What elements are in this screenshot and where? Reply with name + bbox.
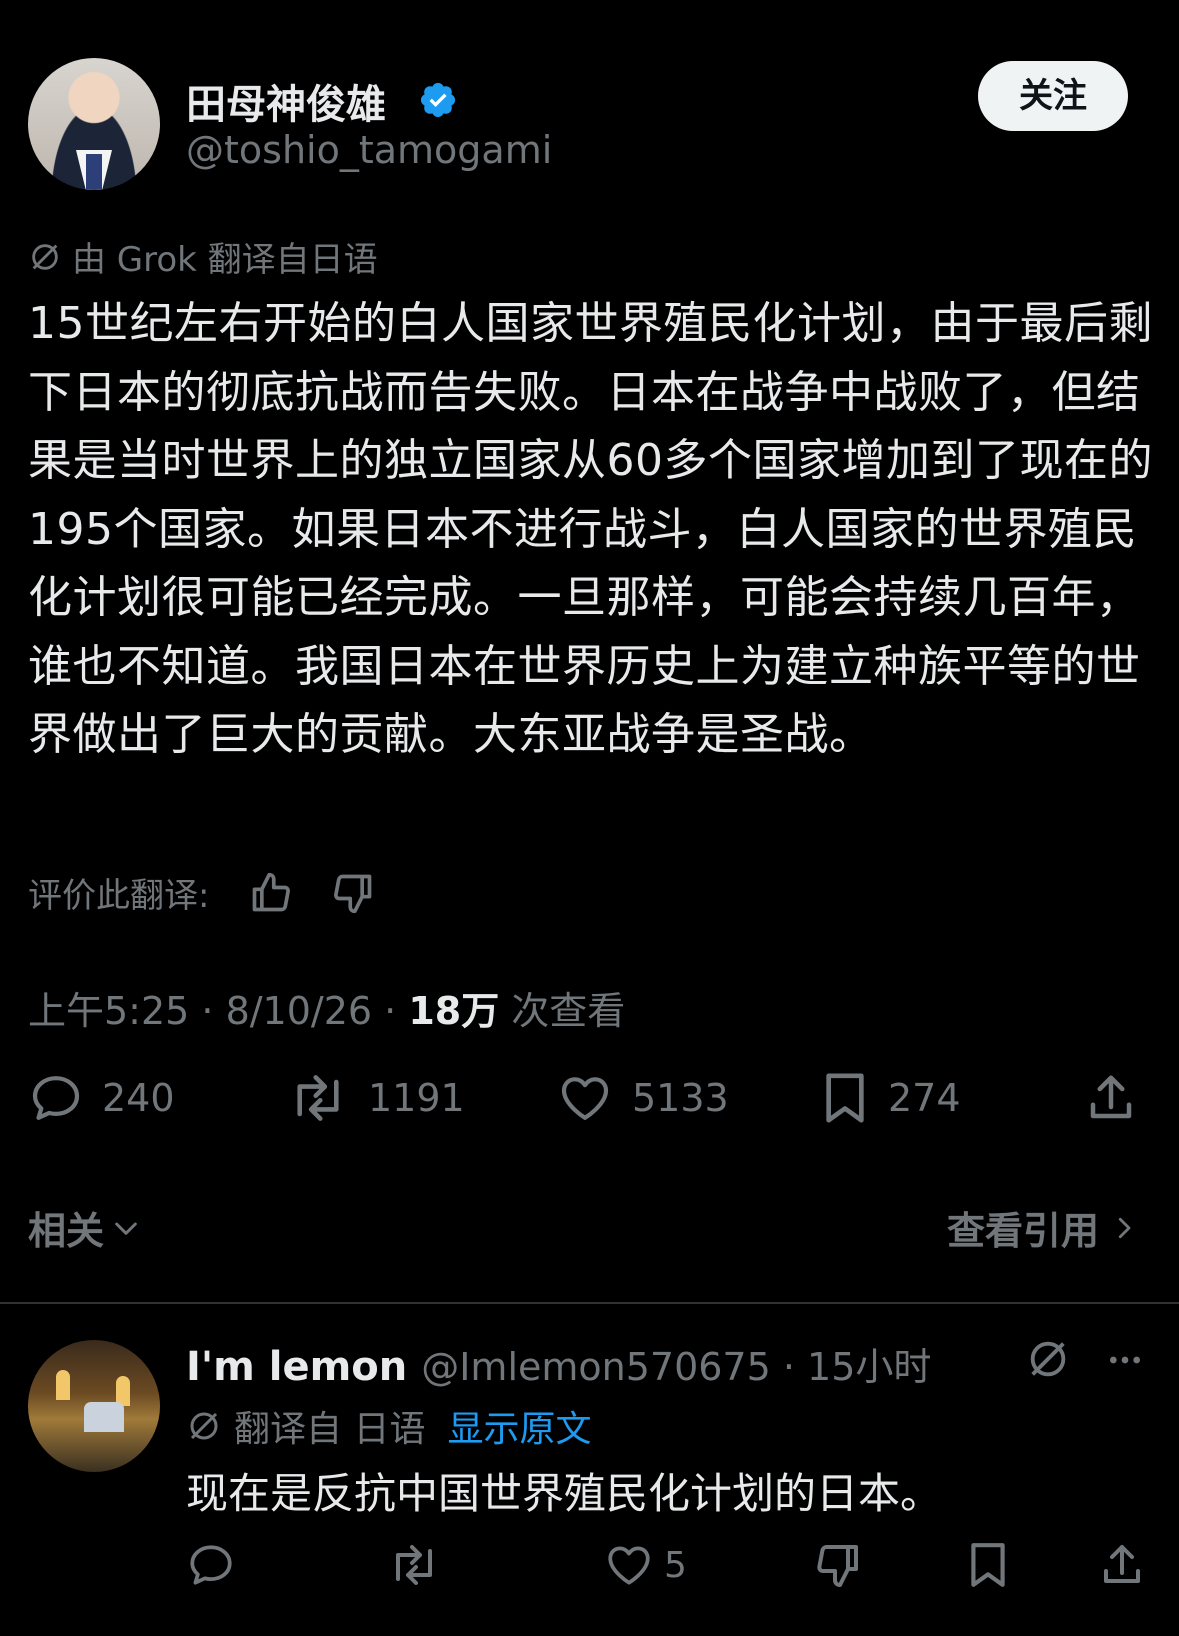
like-count: 5133	[632, 1076, 729, 1120]
verified-badge-icon	[420, 82, 456, 118]
view-quotes-label: 查看引用	[946, 1209, 1099, 1253]
avatar-window	[56, 1370, 70, 1400]
thumbs-down-icon	[817, 1545, 858, 1587]
views-label: 次查看	[499, 989, 626, 1033]
share-button[interactable]	[1084, 1070, 1138, 1126]
show-original-link[interactable]: 显示原文	[447, 1400, 591, 1452]
reply-action-bar: 5	[186, 1540, 1146, 1600]
thumbs-up-icon[interactable]	[249, 871, 293, 915]
share-icon	[1090, 1075, 1132, 1119]
heart-icon	[608, 1546, 650, 1585]
chevron-down-icon	[115, 1222, 137, 1235]
reply-translation: 翻译自 日语 显示原文	[186, 1400, 591, 1452]
reply-icon	[190, 1545, 232, 1585]
repost-icon	[396, 1545, 432, 1585]
translation-label-text: 由 Grok 翻译自日语	[72, 240, 378, 280]
reply-text: 现在是反抗中国世界殖民化计划的日本。	[186, 1469, 943, 1518]
reply-translated-label: 翻译自 日语	[234, 1409, 426, 1450]
reply-author-name[interactable]: I'm lemon	[186, 1344, 407, 1390]
chevron-right-icon	[1118, 1217, 1131, 1238]
grok-icon	[32, 243, 58, 270]
bookmark-button[interactable]: 274	[820, 1070, 961, 1126]
like-button[interactable]: 5133	[556, 1070, 729, 1126]
bookmark-count: 274	[888, 1076, 961, 1120]
reply-count: 240	[102, 1076, 175, 1120]
view-quotes-link[interactable]: 查看引用	[947, 1200, 1139, 1255]
author-name[interactable]: 田母神俊雄	[186, 72, 386, 130]
reply-share-button[interactable]	[1098, 1540, 1146, 1590]
related-label: 相关	[28, 1209, 105, 1253]
avatar-tie	[86, 154, 102, 190]
action-bar: 240 1191 5133 274	[28, 1070, 1138, 1140]
grok-icon	[190, 1412, 218, 1440]
bookmark-icon	[826, 1073, 864, 1123]
reply-button[interactable]: 240	[28, 1070, 175, 1126]
section-divider	[0, 1302, 1179, 1304]
share-icon	[1104, 1545, 1140, 1583]
repost-count: 1191	[368, 1076, 465, 1120]
repost-icon	[297, 1075, 339, 1121]
author-handle[interactable]: @toshio_tamogami	[186, 128, 552, 172]
reply-downvote-button[interactable]	[814, 1540, 862, 1590]
reply-reply-button[interactable]	[186, 1540, 236, 1590]
rate-translation-label: 评价此翻译:	[28, 876, 210, 916]
reply-avatar[interactable]	[28, 1340, 160, 1472]
reply-repost-button[interactable]	[386, 1540, 442, 1590]
follow-button[interactable]: 关注	[978, 61, 1128, 131]
repost-button[interactable]: 1191	[286, 1070, 465, 1126]
grok-icon[interactable]	[1025, 1336, 1071, 1382]
post-time[interactable]: 上午5:25 · 8/10/26 ·	[28, 989, 408, 1033]
reply-like-count: 5	[664, 1544, 687, 1586]
reply-icon	[32, 1076, 80, 1120]
reply-author-meta[interactable]: @Imlemon570675 · 15小时	[421, 1336, 931, 1391]
reply-header: I'm lemon @Imlemon570675 · 15小时	[186, 1336, 931, 1391]
bookmark-icon	[971, 1543, 1005, 1587]
rate-translation: 评价此翻译:	[28, 868, 375, 917]
views-count: 18万	[408, 989, 500, 1033]
thumbs-down-icon[interactable]	[331, 871, 375, 915]
translation-label: 由 Grok 翻译自日语	[28, 232, 378, 281]
related-toggle[interactable]: 相关	[28, 1200, 142, 1255]
post-meta: 上午5:25 · 8/10/26 · 18万 次查看	[28, 980, 625, 1035]
reply-like-button[interactable]: 5	[604, 1540, 687, 1590]
author-avatar[interactable]	[28, 58, 160, 190]
post-text: 15世纪左右开始的白人国家世界殖民化计划，由于最后剩下日本的彻底抗战而告失败。日…	[28, 298, 1153, 760]
heart-icon	[561, 1077, 609, 1120]
more-options-icon[interactable]	[1100, 1340, 1150, 1380]
reply-bookmark-button[interactable]	[966, 1540, 1010, 1590]
avatar-window	[84, 1402, 124, 1432]
